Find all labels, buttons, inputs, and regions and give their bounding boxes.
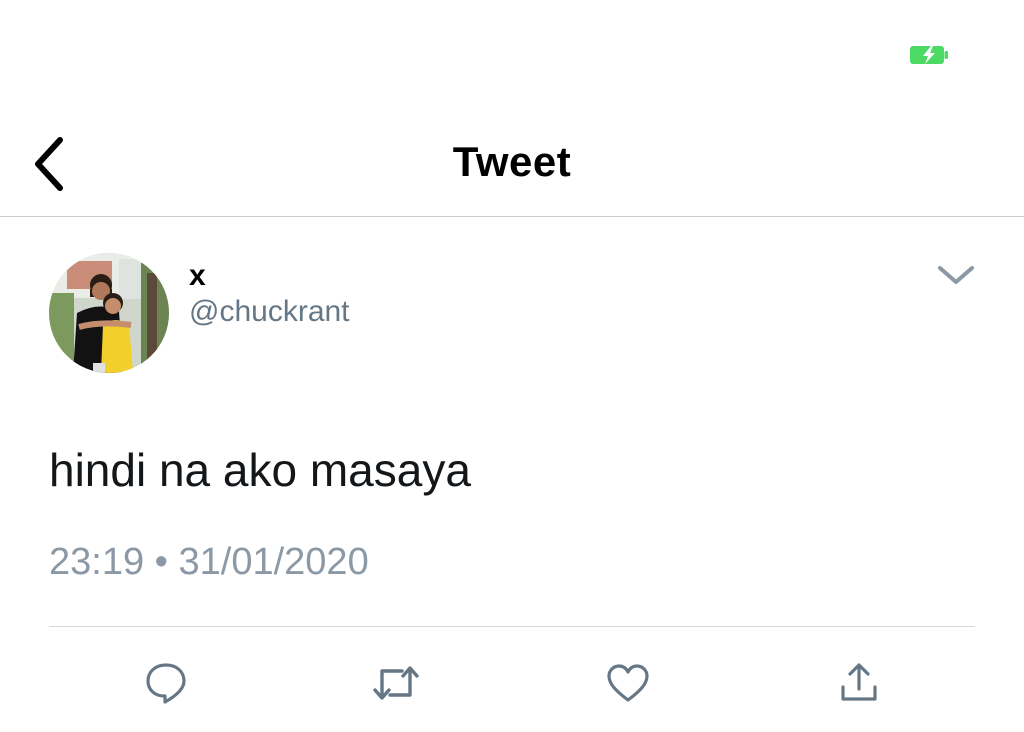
like-button[interactable] xyxy=(600,655,656,711)
author-display-name[interactable]: x xyxy=(189,259,206,293)
share-upload-icon xyxy=(841,663,877,701)
heart-icon xyxy=(607,664,649,702)
navigation-bar: Tweet xyxy=(0,100,1024,217)
battery-charging-icon xyxy=(910,46,948,64)
tweet-text: hindi na ako masaya xyxy=(49,444,471,496)
more-options-button[interactable] xyxy=(930,255,982,295)
author-handle[interactable]: @chuckrant xyxy=(189,295,350,329)
reply-bubble-icon xyxy=(146,663,186,704)
avatar[interactable] xyxy=(49,253,169,373)
avatar-photo xyxy=(49,253,169,373)
retweet-button[interactable] xyxy=(368,655,424,711)
page-title: Tweet xyxy=(452,138,572,185)
action-bar xyxy=(0,655,1024,711)
status-bar xyxy=(0,0,1024,100)
divider xyxy=(49,626,975,627)
retweet-icon xyxy=(373,666,419,700)
share-button[interactable] xyxy=(831,655,887,711)
tweet-detail: x @chuckrant hindi na ako masaya 23:19 •… xyxy=(0,217,1024,732)
chevron-down-icon xyxy=(938,266,974,284)
reply-button[interactable] xyxy=(138,655,194,711)
tweet-timestamp[interactable]: 23:19 • 31/01/2020 xyxy=(49,541,369,584)
